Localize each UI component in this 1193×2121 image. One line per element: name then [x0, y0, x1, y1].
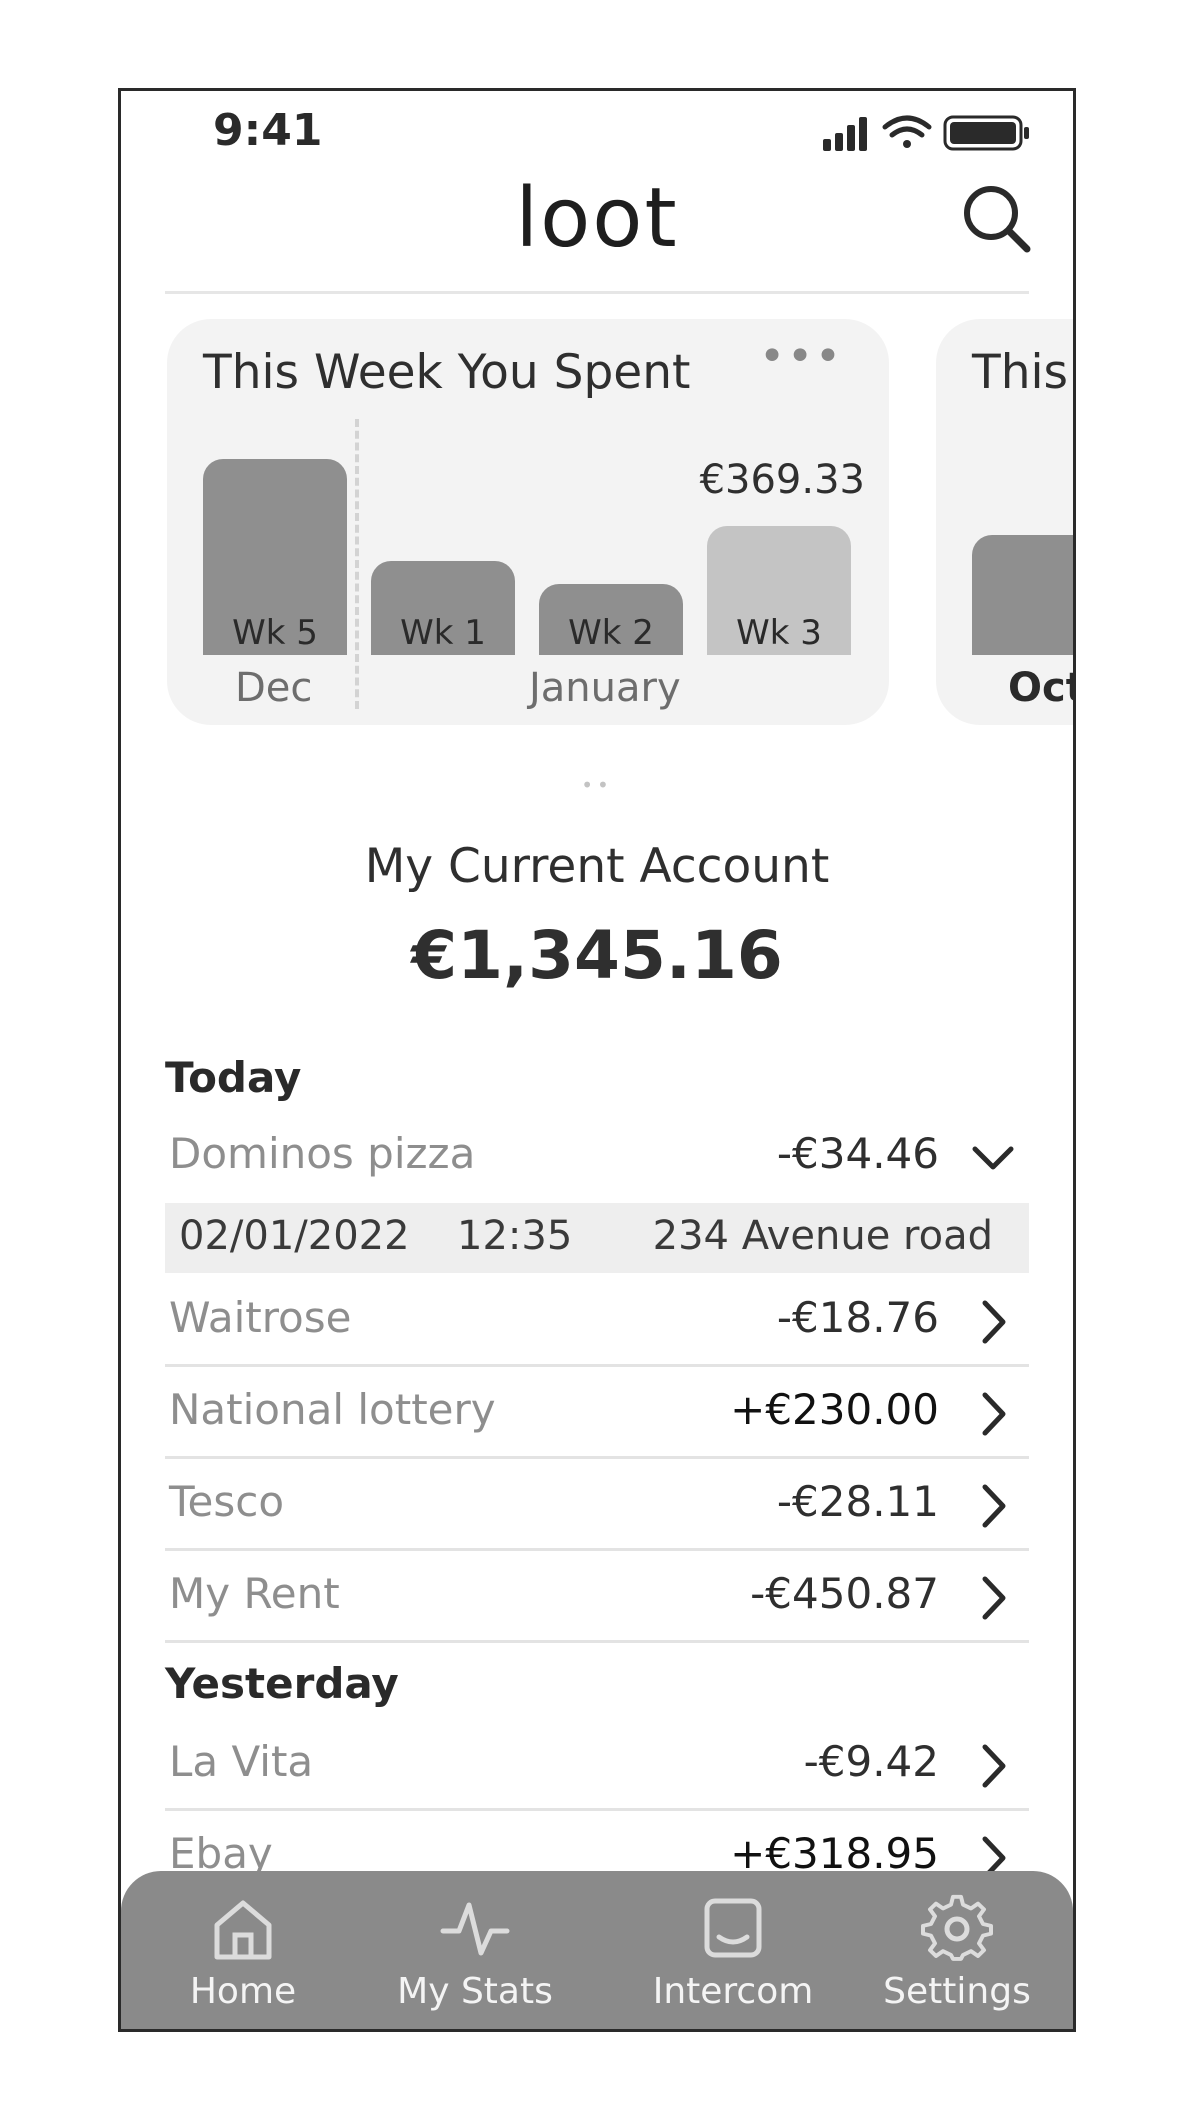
transaction-detail: 02/01/2022 12:35 234 Avenue road	[165, 1203, 1029, 1273]
section-today: Today	[165, 1053, 302, 1102]
battery-icon	[943, 115, 1029, 151]
weekly-spend-card[interactable]: This Week You Spent ••• €369.33 Wk 5 Wk …	[167, 319, 889, 725]
home-icon	[214, 1900, 272, 1960]
chevron-right-icon[interactable]	[971, 1297, 1015, 1347]
transaction-name: Waitrose	[169, 1293, 352, 1342]
transaction-name: Tesco	[169, 1477, 285, 1526]
phone-frame: 9:41 loot This Week You Spent ••• €369.3…	[118, 88, 1076, 2032]
transaction-row[interactable]: My Rent -€450.87	[165, 1551, 1029, 1643]
status-icons	[823, 115, 1029, 151]
transaction-amount: -€28.11	[776, 1477, 939, 1526]
account-balance: €1,345.16	[411, 917, 783, 994]
search-icon[interactable]	[961, 183, 1033, 255]
card-title: This	[972, 345, 1069, 400]
transaction-row[interactable]: National lottery +€230.00	[165, 1367, 1029, 1459]
page-indicator[interactable]: ••	[121, 773, 1073, 797]
transaction-amount: -€9.42	[803, 1737, 939, 1786]
chevron-right-icon[interactable]	[971, 1481, 1015, 1531]
transaction-row[interactable]: La Vita -€9.42	[165, 1719, 1029, 1811]
transaction-name: My Rent	[169, 1569, 340, 1618]
chat-icon	[704, 1898, 762, 1958]
next-card-preview[interactable]: This Oct	[936, 319, 1073, 725]
row-divider	[165, 1640, 1029, 1643]
transaction-row[interactable]: Waitrose -€18.76	[165, 1275, 1029, 1367]
tab-label: Home	[189, 1971, 297, 2012]
chevron-down-icon[interactable]	[971, 1133, 1015, 1183]
tab-my-stats[interactable]: My Stats	[375, 1893, 575, 2012]
transaction-amount: +€230.00	[730, 1385, 939, 1434]
month-label-dec: Dec	[235, 665, 313, 711]
pulse-icon	[440, 1902, 510, 1956]
chart-bar	[972, 535, 1073, 655]
month-label-january: January	[529, 665, 681, 711]
chevron-right-icon[interactable]	[971, 1573, 1015, 1623]
tab-label: Intercom	[652, 1971, 814, 2012]
transaction-row[interactable]: Tesco -€28.11	[165, 1459, 1029, 1551]
month-label: Oct	[1008, 665, 1073, 711]
transaction-amount: -€18.76	[776, 1293, 939, 1342]
transaction-amount: -€34.46	[776, 1129, 939, 1178]
bar-label: Wk 1	[400, 613, 486, 653]
bar-label: Wk 3	[736, 613, 822, 653]
more-options-icon[interactable]: •••	[759, 331, 843, 382]
gear-icon	[921, 1894, 993, 1961]
card-title: This Week You Spent	[203, 345, 691, 400]
status-time: 9:41	[213, 105, 323, 156]
highlight-bar-value: €369.33	[699, 457, 865, 503]
bar-label: Wk 5	[232, 613, 318, 653]
month-separator	[355, 419, 359, 709]
detail-date: 02/01/2022	[179, 1213, 410, 1259]
wifi-icon	[882, 115, 932, 148]
tab-intercom[interactable]: Intercom	[633, 1893, 833, 2012]
chevron-right-icon[interactable]	[971, 1741, 1015, 1791]
transaction-row[interactable]: Dominos pizza -€34.46	[165, 1111, 1029, 1203]
account-title: My Current Account	[364, 839, 830, 894]
section-yesterday: Yesterday	[165, 1659, 399, 1708]
header-divider	[165, 291, 1029, 294]
tab-label: Settings	[883, 1971, 1031, 2012]
tab-settings[interactable]: Settings	[857, 1893, 1057, 2012]
detail-time: 12:35	[457, 1213, 573, 1259]
transaction-name: Dominos pizza	[169, 1129, 476, 1178]
transaction-name: La Vita	[169, 1737, 314, 1786]
bar-label: Wk 2	[568, 613, 654, 653]
app-logo: loot	[515, 171, 679, 266]
detail-location: 234 Avenue road	[652, 1213, 993, 1259]
tab-home[interactable]: Home	[143, 1893, 343, 2012]
signal-icon	[823, 117, 867, 151]
tab-label: My Stats	[397, 1971, 553, 2012]
transaction-amount: -€450.87	[750, 1569, 939, 1618]
chevron-right-icon[interactable]	[971, 1389, 1015, 1439]
transaction-name: National lottery	[169, 1385, 496, 1434]
tab-bar: Home My Stats Intercom Settings	[121, 1871, 1073, 2029]
